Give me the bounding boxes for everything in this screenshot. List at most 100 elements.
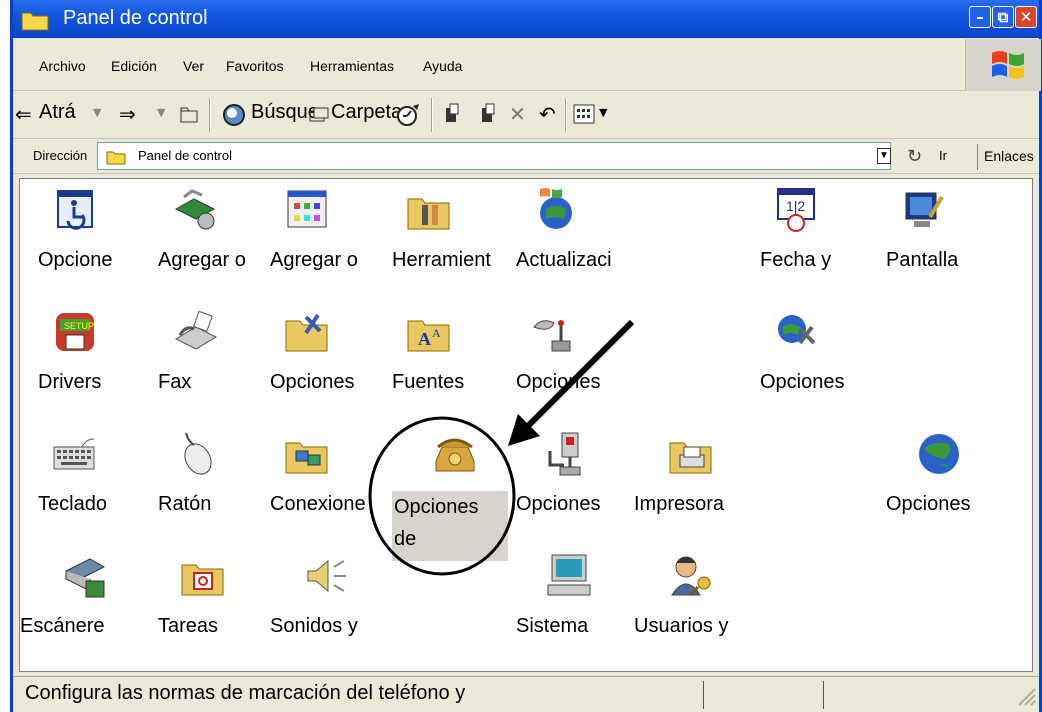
windows-update-icon: [540, 188, 572, 229]
address-value: Panel de control: [138, 148, 232, 163]
item-windows-update[interactable]: Actualizaci: [516, 187, 646, 297]
item-label: Opciones: [516, 493, 601, 515]
svg-text:SETUP: SETUP: [64, 321, 94, 331]
folder-icon: [106, 151, 126, 165]
links-separator: [977, 144, 978, 170]
links-button[interactable]: Enlaces: [984, 148, 1034, 164]
menu-archivo[interactable]: Archivo: [39, 58, 86, 74]
item-label: Teclado: [38, 493, 107, 515]
item-label: Agregar o: [270, 249, 358, 271]
folder-icon: [21, 12, 49, 31]
menu-ayuda[interactable]: Ayuda: [423, 58, 462, 74]
item-label: Escánere: [20, 615, 105, 637]
views-icon[interactable]: [573, 104, 595, 124]
up-folder-icon[interactable]: [179, 104, 199, 124]
item-label: Fax: [158, 371, 192, 393]
status-separator: [703, 681, 704, 709]
sounds-icon: [307, 559, 346, 593]
item-label: Opciones de: [392, 491, 508, 561]
folders-button[interactable]: Carpeta: [331, 101, 402, 124]
item-fax[interactable]: Fax: [158, 309, 288, 419]
mouse-icon: [184, 432, 212, 475]
menu-favoritos[interactable]: Favoritos: [226, 58, 284, 74]
forward-button[interactable]: ⇒: [119, 102, 136, 126]
close-button[interactable]: ✕: [1015, 6, 1037, 28]
item-label: Herramient: [392, 249, 491, 271]
item-system[interactable]: Sistema: [516, 553, 646, 663]
item-date-time[interactable]: 1|2 Fecha y: [760, 187, 890, 297]
item-label: Opciones: [760, 371, 845, 393]
item-display[interactable]: Pantalla: [886, 187, 1016, 297]
item-internet-options[interactable]: Opciones: [760, 309, 890, 419]
address-bar: Dirección Panel de control ▼ ↻ Ir Enlace…: [13, 140, 1039, 174]
item-keyboard[interactable]: Teclado: [38, 431, 168, 541]
delete-icon[interactable]: ✕: [509, 102, 526, 126]
item-mouse[interactable]: Ratón: [158, 431, 288, 541]
copy-to-icon[interactable]: [479, 102, 501, 126]
item-sounds[interactable]: Sonidos y: [270, 553, 400, 663]
item-label: Impresora: [634, 493, 725, 515]
maximize-button[interactable]: ⧉: [992, 6, 1014, 28]
item-scheduled-tasks[interactable]: Tareas: [158, 553, 288, 663]
item-folder-options[interactable]: Opciones: [270, 309, 400, 419]
keyboard-icon: [53, 438, 95, 470]
internet-options-icon: [778, 315, 816, 345]
minimize-button[interactable]: –: [969, 6, 991, 28]
item-label: Agregar o: [158, 249, 246, 271]
control-panel-items: Opcione Agregar o Agregar o Herramient A…: [19, 178, 1033, 672]
item-power-options[interactable]: Opciones: [516, 431, 646, 541]
item-fonts[interactable]: A A Fuentes: [392, 309, 522, 419]
menu-ver[interactable]: Ver: [183, 58, 204, 74]
item-label: Fuentes: [392, 371, 465, 393]
go-arrow-icon[interactable]: ↻: [907, 146, 922, 167]
item-drivers[interactable]: SETUP Drivers: [38, 309, 168, 419]
move-to-icon[interactable]: [443, 102, 465, 126]
toolbar-separator: [209, 98, 211, 132]
item-label: Fecha y: [760, 249, 832, 271]
item-admin-tools[interactable]: Herramient: [392, 187, 522, 297]
item-label: Opcione: [38, 249, 113, 271]
display-icon: [905, 192, 944, 227]
forward-dropdown-icon[interactable]: ▼: [157, 106, 165, 119]
users-icon: [671, 556, 711, 597]
address-dropdown-icon[interactable]: ▼: [877, 148, 891, 164]
back-button[interactable]: Atrá: [39, 101, 76, 124]
item-phone-modem[interactable]: Opciones de: [392, 431, 522, 561]
item-accessibility[interactable]: Opcione: [38, 187, 168, 297]
history-icon[interactable]: [395, 102, 423, 128]
item-network-connections[interactable]: Conexione: [270, 431, 400, 541]
title-bar[interactable]: Panel de control – ⧉ ✕: [13, 0, 1039, 38]
menu-edicion[interactable]: Edición: [111, 58, 157, 74]
svg-text:1|2: 1|2: [786, 198, 805, 214]
item-add-remove-programs[interactable]: Agregar o: [270, 187, 400, 297]
add-hardware-icon: [174, 189, 216, 230]
svg-text:A: A: [418, 329, 431, 349]
date-time-icon: 1|2: [777, 188, 815, 232]
back-arrow-icon: ⇐: [15, 102, 32, 126]
views-dropdown-icon[interactable]: ▼: [599, 106, 607, 119]
control-panel-window: Panel de control – ⧉ ✕ Archivo Edición V…: [10, 0, 1042, 712]
back-dropdown-icon[interactable]: ▼: [93, 106, 101, 119]
item-printers[interactable]: Impresora: [634, 431, 764, 541]
go-button[interactable]: Ir: [939, 148, 947, 163]
item-label: Conexione: [270, 493, 366, 515]
system-icon: [547, 554, 591, 596]
status-bar: Configura las normas de marcación del te…: [13, 676, 1039, 712]
item-add-hardware[interactable]: Agregar o: [158, 187, 288, 297]
drivers-icon: SETUP: [56, 313, 94, 351]
scanners-icon: [64, 558, 106, 598]
item-label: Opciones: [516, 371, 601, 393]
item-game-controllers[interactable]: Opciones: [516, 309, 646, 419]
admin-tools-icon: [407, 198, 450, 230]
address-input[interactable]: Panel de control: [97, 142, 891, 170]
item-users[interactable]: Usuarios y: [634, 553, 764, 663]
item-label: Drivers: [38, 371, 102, 393]
svg-text:A: A: [432, 326, 441, 340]
item-scanners[interactable]: Escánere: [20, 553, 150, 663]
item-regional-options[interactable]: Opciones: [886, 431, 1016, 541]
undo-icon[interactable]: ↶: [539, 102, 556, 126]
item-label: Tareas: [158, 615, 219, 637]
windows-logo: [965, 39, 1041, 91]
resize-grip-icon[interactable]: [1015, 685, 1037, 707]
menu-herramientas[interactable]: Herramientas: [310, 58, 394, 74]
